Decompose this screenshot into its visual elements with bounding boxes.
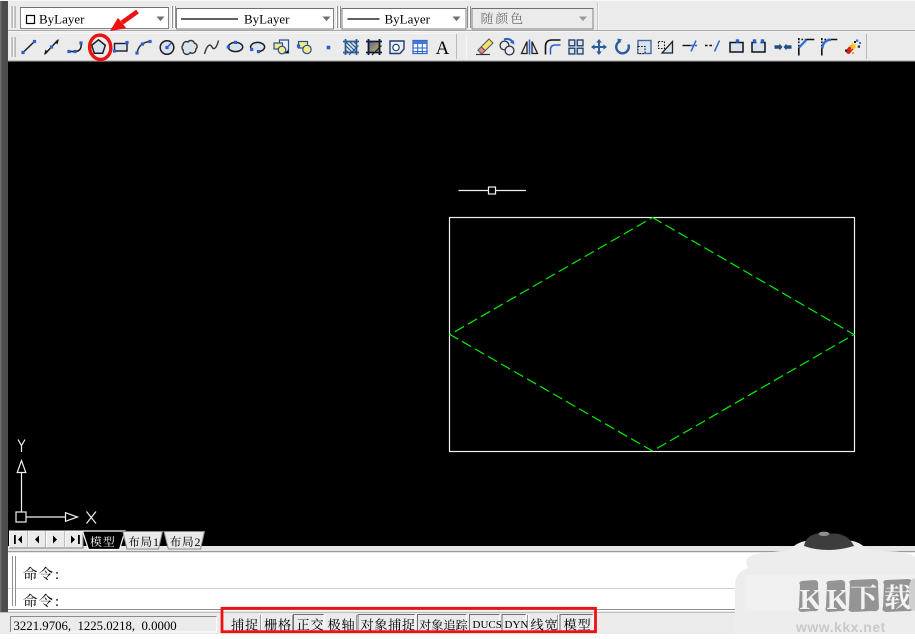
svg-text:1: 1: [153, 535, 159, 549]
svg-text:2: 2: [195, 535, 201, 549]
svg-text:www.kkx.net: www.kkx.net: [795, 619, 886, 634]
svg-text:ByLayer: ByLayer: [244, 12, 290, 27]
svg-text:3221.9706, 1225.0218, 0.0000: 3221.9706, 1225.0218, 0.0000: [14, 619, 177, 633]
svg-text:DYN: DYN: [505, 619, 529, 631]
svg-text:ByLayer: ByLayer: [39, 12, 85, 27]
svg-text::: :: [55, 567, 59, 583]
svg-text::: :: [55, 594, 59, 610]
svg-text:ByLayer: ByLayer: [385, 12, 431, 27]
svg-text:DUCS: DUCS: [473, 619, 502, 631]
svg-text:K: K: [827, 584, 850, 616]
svg-text:K: K: [800, 584, 823, 616]
svg-text:A: A: [436, 38, 450, 59]
